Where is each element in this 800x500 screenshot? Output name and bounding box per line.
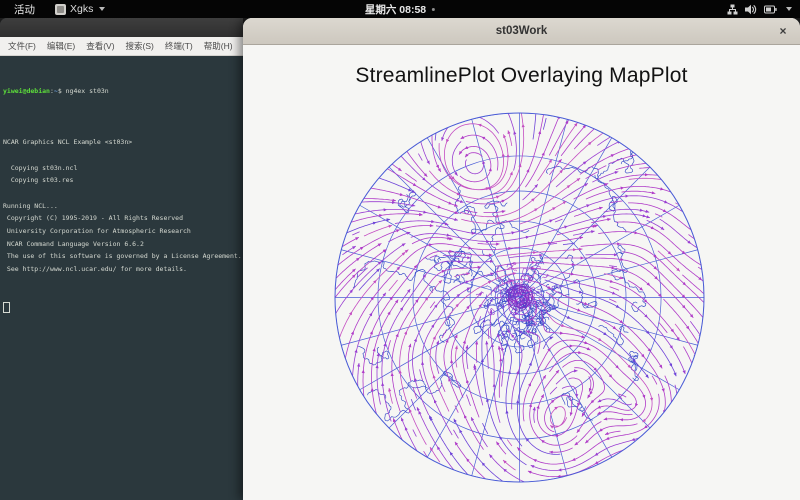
close-button[interactable]: × [775,23,791,39]
terminal-cursor [3,301,10,313]
prompt-user-host: yiwei@debian [3,87,50,96]
terminal-titlebar[interactable] [0,18,243,37]
terminal-window: 文件(F) 编辑(E) 查看(V) 搜索(S) 终端(T) 帮助(H) yiwe… [0,18,243,500]
system-tray-button[interactable] [727,0,792,18]
st03work-titlebar[interactable]: st03Work × [243,18,800,45]
activities-button[interactable]: 活动 [10,2,39,17]
menu-item-view[interactable]: 查看(V) [86,40,114,52]
prompt-command: $ ng4ex st03n [57,87,109,96]
menu-item-file[interactable]: 文件(F) [8,40,36,52]
terminal-cursor-line [3,301,243,314]
clock-label: 星期六 08:58 [364,3,427,16]
chevron-down-icon [786,7,792,11]
network-icon [727,4,738,14]
volume-icon [745,4,757,14]
terminal-line: University Corporation for Atmospheric R… [3,227,191,235]
clock-button[interactable]: 星期六 08:58 [364,2,436,17]
app-indicator-button[interactable]: Xgks [55,3,106,15]
notification-dot-icon [432,7,436,11]
xgks-app-icon [55,3,66,15]
terminal-output-lines: NCAR Graphics NCL Example <st03n> Copyin… [3,124,243,276]
terminal-menubar: 文件(F) 编辑(E) 查看(V) 搜索(S) 终端(T) 帮助(H) [0,37,243,56]
terminal-line: The use of this software is governed by … [3,252,242,261]
plot-canvas: StreamlinePlot Overlaying MapPlot [243,45,800,500]
st03work-window: st03Work × StreamlinePlot Overlaying Map… [243,18,800,500]
terminal-output[interactable]: yiwei@debian:~$ ng4ex st03n NCAR Graphic… [0,56,243,500]
terminal-prompt-line: yiwei@debian:~$ ng4ex st03n [3,85,243,98]
streamline-plot-svg [334,112,705,483]
menu-item-terminal[interactable]: 终端(T) [165,40,193,52]
menu-item-edit[interactable]: 编辑(E) [47,40,75,52]
terminal-line: NCAR Command Language Version 6.6.2 [3,239,144,248]
terminal-line: See http://www.ncl.ucar.edu/ for more de… [3,265,187,274]
menu-item-search[interactable]: 搜索(S) [126,40,154,52]
battery-icon [764,5,777,13]
terminal-line: Copyright (C) 1995-2019 - All Rights Res… [3,214,184,223]
menu-item-help[interactable]: 帮助(H) [204,40,233,52]
terminal-line: Copying st03.res [3,176,74,185]
terminal-line: Running NCL... [3,201,58,210]
chevron-down-icon [99,7,106,11]
window-title: st03Work [495,25,548,37]
app-indicator-label: Xgks [70,3,94,15]
terminal-line: Copying st03n.ncl [3,163,78,172]
top-bar: 活动 Xgks 星期六 08:58 [0,0,800,18]
terminal-line: NCAR Graphics NCL Example <st03n> [3,138,133,147]
